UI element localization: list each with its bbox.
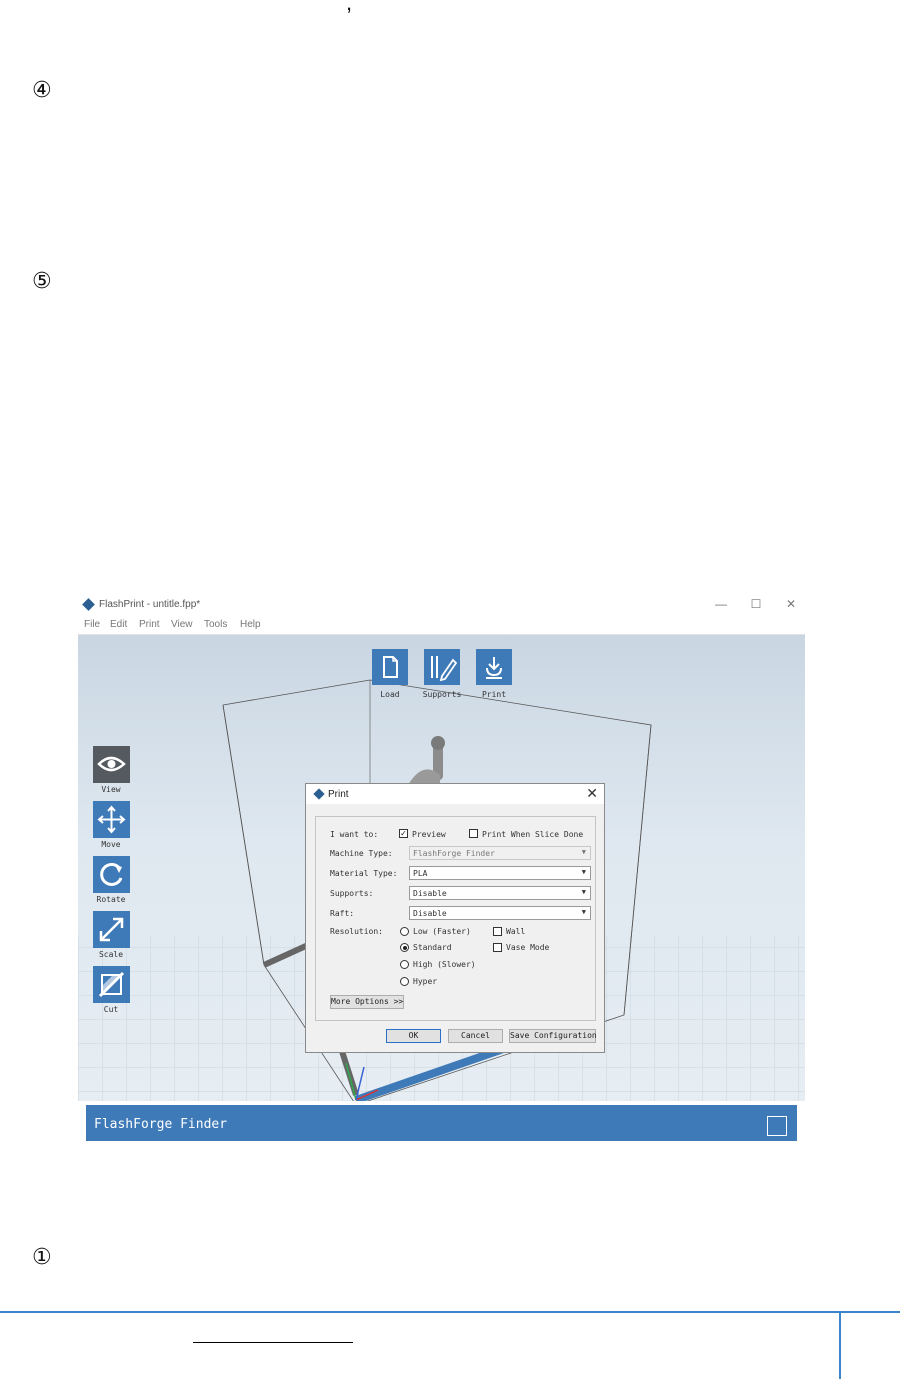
scale-icon xyxy=(99,917,124,942)
machine-type-value: FlashForge Finder xyxy=(413,849,495,858)
resolution-high-radio[interactable] xyxy=(400,960,409,969)
footer-underline xyxy=(193,1342,353,1343)
resolution-standard-label: Standard xyxy=(413,943,452,952)
machine-name: FlashForge Finder xyxy=(94,1117,228,1132)
print-button[interactable] xyxy=(476,649,512,685)
i-want-to-label: I want to: xyxy=(330,830,379,839)
move-tool-label: Move xyxy=(101,840,121,849)
supports-label: Supports: xyxy=(330,889,374,898)
resolution-hyper-radio[interactable] xyxy=(400,977,409,986)
cut-tool-button[interactable] xyxy=(93,966,130,1003)
vase-mode-label: Vase Mode xyxy=(506,943,550,952)
eye-icon xyxy=(97,756,126,772)
raft-label: Raft: xyxy=(330,909,355,918)
supports-button[interactable] xyxy=(424,649,460,685)
close-window-button[interactable]: ✕ xyxy=(782,597,800,611)
view-tool-button[interactable] xyxy=(93,746,130,783)
resolution-high-label: High (Slower) xyxy=(413,960,476,969)
resolution-standard-radio[interactable] xyxy=(400,943,409,952)
cancel-button[interactable]: Cancel xyxy=(448,1029,503,1043)
load-file-icon xyxy=(383,656,398,678)
menu-view[interactable]: View xyxy=(171,619,193,630)
rotate-tool-button[interactable] xyxy=(93,856,130,893)
move-tool-button[interactable] xyxy=(93,801,130,838)
resolution-label: Resolution: xyxy=(330,927,383,936)
footer-divider xyxy=(839,1313,841,1379)
print-when-slice-done-checkbox[interactable] xyxy=(469,829,478,838)
supports-edit-icon xyxy=(431,656,458,682)
print-download-icon xyxy=(486,657,502,679)
flashprint-logo-icon xyxy=(82,598,95,611)
print-label: Print xyxy=(481,690,507,699)
flashprint-logo-icon xyxy=(313,788,325,800)
raft-value: Disable xyxy=(413,909,447,918)
menu-file[interactable]: File xyxy=(84,619,100,630)
maximize-button[interactable]: ☐ xyxy=(747,597,765,611)
cut-icon xyxy=(98,971,125,998)
title-bar: FlashPrint - untitle.fpp* — ☐ ✕ xyxy=(78,594,805,616)
view-tool-label: View xyxy=(101,785,121,794)
scale-tool-button[interactable] xyxy=(93,911,130,948)
chevron-down-icon: ▼ xyxy=(581,848,586,856)
menu-bar: File Edit Print View Tools Help xyxy=(78,616,805,635)
raft-select[interactable]: Disable ▼ xyxy=(409,906,591,920)
cut-tool-label: Cut xyxy=(103,1005,119,1014)
resolution-low-radio[interactable] xyxy=(400,927,409,936)
resolution-hyper-label: Hyper xyxy=(413,977,438,986)
preview-checkbox[interactable]: ✓ xyxy=(399,829,408,838)
menu-edit[interactable]: Edit xyxy=(110,619,127,630)
machine-type-select[interactable]: FlashForge Finder ▼ xyxy=(409,846,591,860)
status-bar: FlashForge Finder xyxy=(78,1101,805,1141)
chevron-down-icon: ▼ xyxy=(581,868,586,876)
print-dialog: Print ✕ I want to: ✓ Preview Print When … xyxy=(305,783,605,1053)
material-type-value: PLA xyxy=(413,869,428,878)
material-type-label: Material Type: xyxy=(330,869,398,878)
preview-label: Preview xyxy=(412,830,446,839)
vase-mode-checkbox[interactable] xyxy=(493,943,502,952)
minimize-button[interactable]: — xyxy=(712,597,730,611)
print-dialog-title: Print xyxy=(328,789,349,800)
supports-label: Supports xyxy=(422,690,462,699)
step-number-1: ① xyxy=(32,1245,52,1270)
print-when-slice-done-label: Print When Slice Done xyxy=(482,830,584,839)
load-label: Load xyxy=(380,690,400,699)
chevron-down-icon: ▼ xyxy=(581,888,586,896)
menu-print[interactable]: Print xyxy=(139,619,160,630)
material-type-select[interactable]: PLA ▼ xyxy=(409,866,591,880)
move-arrows-icon xyxy=(97,805,126,834)
more-options-button[interactable]: More Options >> xyxy=(330,995,404,1009)
menu-tools[interactable]: Tools xyxy=(204,619,227,630)
dialog-close-button[interactable]: ✕ xyxy=(586,785,598,802)
scale-tool-label: Scale xyxy=(98,950,124,959)
wall-checkbox[interactable] xyxy=(493,927,502,936)
machine-type-label: Machine Type: xyxy=(330,849,393,858)
window-title: FlashPrint - untitle.fpp* xyxy=(99,599,201,610)
rotate-tool-label: Rotate xyxy=(96,895,126,904)
chevron-down-icon: ▼ xyxy=(581,908,586,916)
3d-model[interactable] xyxy=(408,736,445,785)
save-configuration-button[interactable]: Save Configuration xyxy=(509,1029,597,1043)
print-options-panel: I want to: ✓ Preview Print When Slice Do… xyxy=(315,816,596,1021)
rotate-icon xyxy=(100,862,123,886)
connect-printer-icon[interactable] xyxy=(767,1116,787,1136)
load-button[interactable] xyxy=(372,649,408,685)
step-number-5: ⑤ xyxy=(32,269,52,294)
footer-rule xyxy=(0,1311,900,1313)
menu-help[interactable]: Help xyxy=(240,619,261,630)
step-number-4: ④ xyxy=(32,78,52,103)
ok-button[interactable]: OK xyxy=(386,1029,441,1043)
supports-select[interactable]: Disable ▼ xyxy=(409,886,591,900)
supports-value: Disable xyxy=(413,889,447,898)
document-punctuation: , xyxy=(346,0,353,15)
wall-label: Wall xyxy=(506,927,526,936)
resolution-low-label: Low (Faster) xyxy=(413,927,471,936)
print-dialog-header: Print ✕ xyxy=(306,784,604,804)
